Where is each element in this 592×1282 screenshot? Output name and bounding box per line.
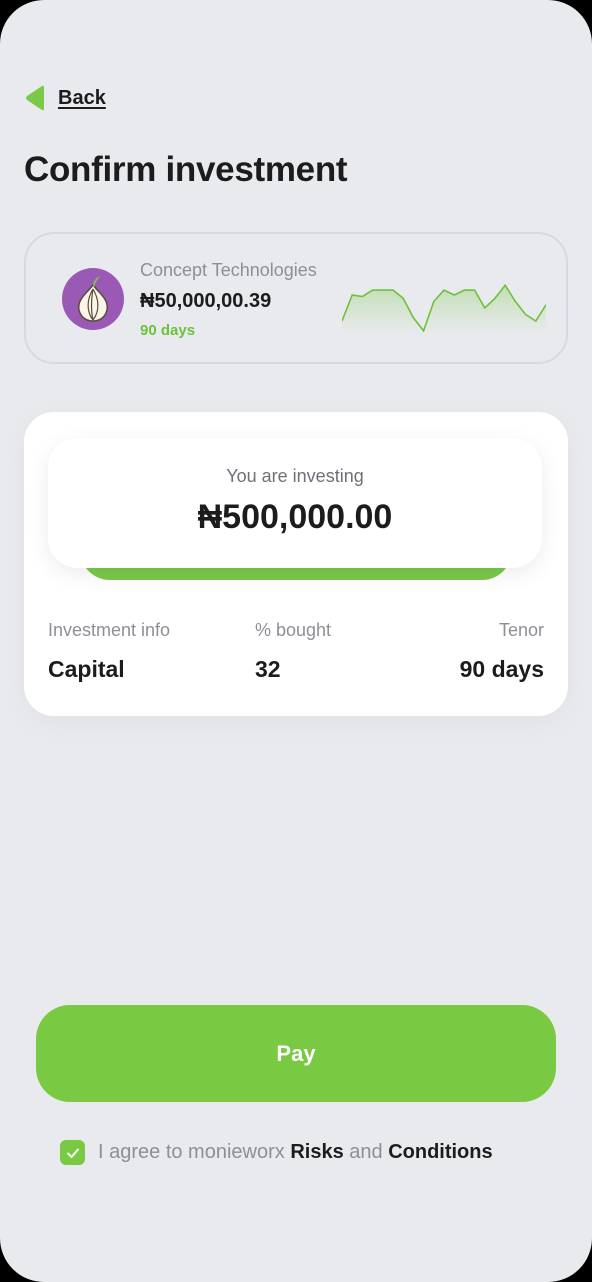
- back-arrow-icon: [26, 85, 44, 111]
- info-label-investment: Investment info: [48, 620, 171, 640]
- asset-logo: [62, 268, 124, 330]
- info-label-bought: % bought: [255, 620, 332, 640]
- back-label: Back: [58, 86, 106, 109]
- screen: Back Confirm investment Concept Technolo…: [0, 0, 592, 1282]
- agreement-middle: and: [343, 1141, 389, 1163]
- agreement-prefix: I agree to monieworx: [98, 1141, 291, 1163]
- sparkline-chart: [342, 283, 546, 334]
- agreement-text: I agree to monieworx Risks and Condition…: [98, 1141, 493, 1164]
- page-title: Confirm investment: [24, 150, 348, 189]
- amount-value: ₦500,000.00: [197, 498, 393, 536]
- agreement-row: I agree to monieworx Risks and Condition…: [60, 1140, 493, 1165]
- risks-link[interactable]: Risks: [290, 1141, 343, 1163]
- checkmark-icon: [66, 1148, 79, 1158]
- info-label-tenor: Tenor: [498, 620, 544, 640]
- info-value-tenor: 90 days: [459, 656, 544, 682]
- amount-caption: You are investing: [226, 466, 364, 486]
- agree-checkbox[interactable]: [60, 1140, 85, 1165]
- asset-name: Concept Technologies: [140, 260, 317, 280]
- pay-button[interactable]: Pay: [36, 1005, 556, 1102]
- investment-summary-card: You are investing ₦500,000.00 Investment…: [24, 412, 568, 716]
- back-button[interactable]: Back: [24, 84, 106, 112]
- asset-card[interactable]: Concept Technologies ₦50,000,00.39 90 da…: [24, 232, 568, 364]
- sparkline-fill: [342, 285, 546, 334]
- info-value-bought: 32: [255, 656, 281, 682]
- conditions-link[interactable]: Conditions: [388, 1141, 492, 1163]
- onion-icon: [78, 276, 108, 322]
- amount-box: You are investing ₦500,000.00: [48, 438, 542, 568]
- asset-tenor: 90 days: [140, 322, 196, 339]
- asset-price: ₦50,000,00.39: [140, 290, 272, 312]
- info-value-investment: Capital: [48, 656, 125, 682]
